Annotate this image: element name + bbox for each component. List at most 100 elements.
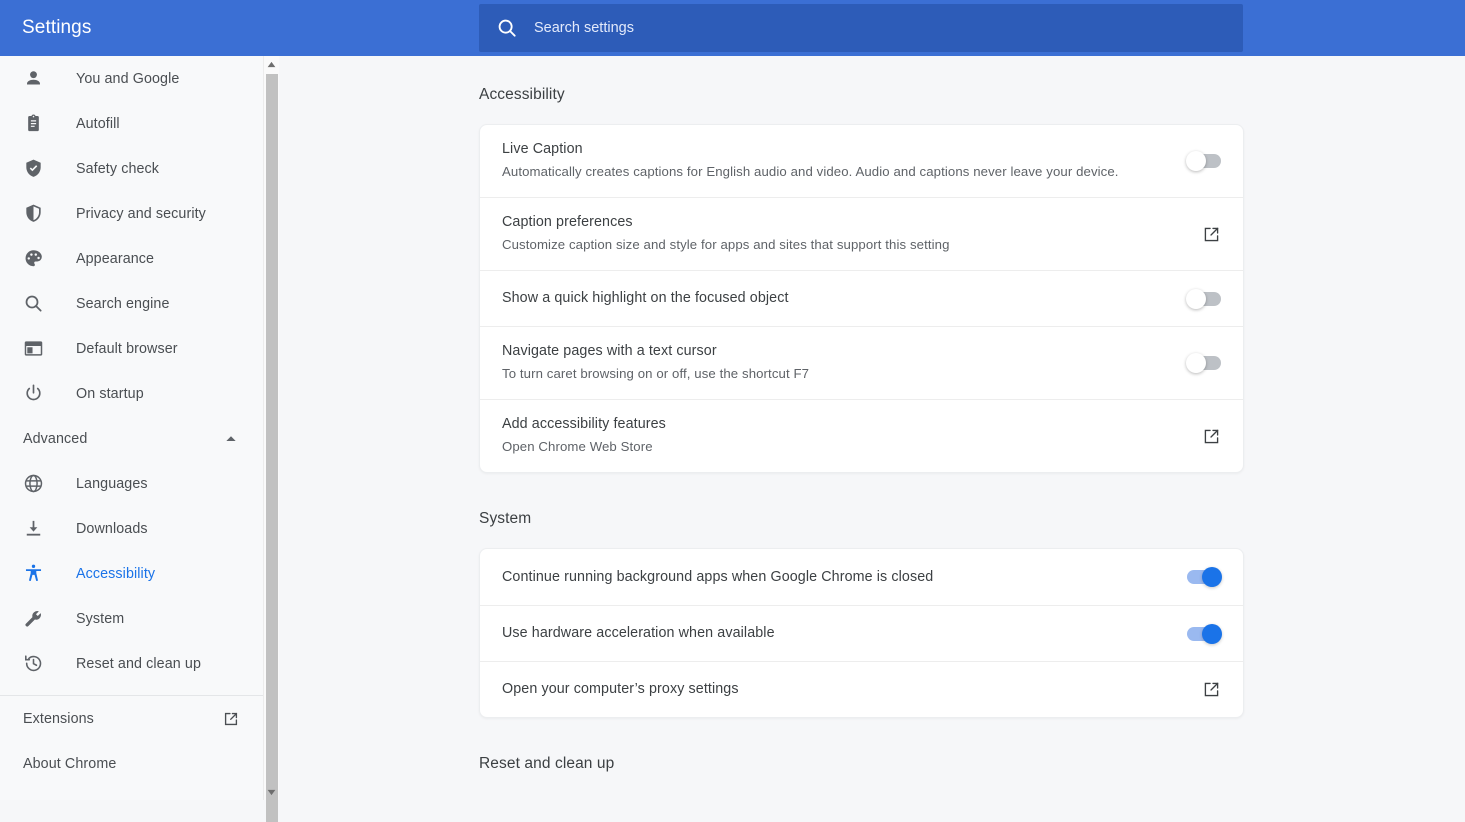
setting-row-focus-highlight[interactable]: Show a quick highlight on the focused ob… — [480, 270, 1243, 326]
clipboard-icon — [23, 113, 44, 134]
person-icon — [23, 68, 44, 89]
shield-check-icon — [23, 158, 44, 179]
setting-row-hardware-acceleration[interactable]: Use hardware acceleration when available — [480, 605, 1243, 661]
section-title-accessibility: Accessibility — [479, 86, 1465, 104]
search-input[interactable] — [534, 4, 1227, 52]
setting-row-proxy-settings[interactable]: Open your computer’s proxy settings — [480, 661, 1243, 717]
background-apps-toggle[interactable] — [1187, 570, 1221, 584]
power-icon — [23, 383, 44, 404]
scrollbar-thumb[interactable] — [266, 74, 278, 822]
row-subtitle: Customize caption size and style for app… — [502, 234, 1178, 256]
row-text: Caption preferences Customize caption si… — [502, 198, 1178, 270]
setting-row-caption-preferences[interactable]: Caption preferences Customize caption si… — [480, 197, 1243, 270]
sidebar-item-label: Extensions — [23, 711, 94, 727]
toggle-knob — [1202, 567, 1222, 587]
row-control — [1202, 427, 1221, 446]
row-control — [1187, 570, 1221, 584]
sidebar: You and Google Autofill Safety check Pri… — [0, 56, 263, 800]
sidebar-item-appearance[interactable]: Appearance — [0, 236, 263, 281]
shield-icon — [23, 203, 44, 224]
setting-row-add-accessibility-features[interactable]: Add accessibility features Open Chrome W… — [480, 399, 1243, 472]
setting-row-background-apps[interactable]: Continue running background apps when Go… — [480, 549, 1243, 605]
settings-header: Settings — [0, 0, 1465, 56]
toggle-knob — [1202, 624, 1222, 644]
row-title: Caption preferences — [502, 212, 1178, 233]
sidebar-item-languages[interactable]: Languages — [0, 461, 263, 506]
sidebar-item-downloads[interactable]: Downloads — [0, 506, 263, 551]
sidebar-item-privacy-and-security[interactable]: Privacy and security — [0, 191, 263, 236]
live-caption-toggle[interactable] — [1187, 154, 1221, 168]
sidebar-item-search-engine[interactable]: Search engine — [0, 281, 263, 326]
external-link-icon[interactable] — [1202, 680, 1221, 699]
row-control — [1202, 680, 1221, 699]
sidebar-advanced-toggle[interactable]: Advanced — [0, 416, 263, 461]
row-text: Live Caption Automatically creates capti… — [502, 125, 1163, 197]
caret-browsing-toggle[interactable] — [1187, 356, 1221, 370]
sidebar-item-label: Accessibility — [76, 566, 155, 582]
sidebar-item-safety-check[interactable]: Safety check — [0, 146, 263, 191]
sidebar-item-label: You and Google — [76, 71, 179, 87]
row-control — [1187, 292, 1221, 306]
row-text: Add accessibility features Open Chrome W… — [502, 400, 1178, 472]
sidebar-item-label: Appearance — [76, 251, 154, 267]
section-title-reset-and-clean-up: Reset and clean up — [479, 755, 1465, 773]
globe-icon — [23, 473, 44, 494]
sidebar-item-label: Safety check — [76, 161, 159, 177]
sidebar-item-label: On startup — [76, 386, 144, 402]
accessibility-icon — [23, 563, 44, 584]
row-text: Open your computer’s proxy settings — [502, 665, 1178, 714]
row-title: Show a quick highlight on the focused ob… — [502, 288, 1163, 309]
external-link-icon — [222, 710, 240, 728]
sidebar-scrollbar[interactable] — [263, 56, 279, 800]
history-restore-icon — [23, 653, 44, 674]
row-title: Open your computer’s proxy settings — [502, 679, 1178, 700]
row-title: Add accessibility features — [502, 414, 1178, 435]
sidebar-item-on-startup[interactable]: On startup — [0, 371, 263, 416]
sidebar-item-label: Privacy and security — [76, 206, 206, 222]
row-title: Live Caption — [502, 139, 1163, 160]
external-link-icon[interactable] — [1202, 225, 1221, 244]
toggle-knob — [1186, 151, 1206, 171]
toggle-knob — [1186, 289, 1206, 309]
external-link-icon[interactable] — [1202, 427, 1221, 446]
row-control — [1187, 356, 1221, 370]
row-subtitle: To turn caret browsing on or off, use th… — [502, 363, 1163, 385]
sidebar-item-label: Search engine — [76, 296, 170, 312]
sidebar-item-you-and-google[interactable]: You and Google — [0, 56, 263, 101]
triangle-up-icon — [267, 61, 276, 68]
search-icon — [23, 293, 44, 314]
chevron-up-icon — [222, 430, 240, 448]
section-title-system: System — [479, 510, 1465, 528]
sidebar-advanced-label: Advanced — [23, 431, 87, 447]
row-control — [1187, 627, 1221, 641]
sidebar-item-default-browser[interactable]: Default browser — [0, 326, 263, 371]
hardware-acceleration-toggle[interactable] — [1187, 627, 1221, 641]
sidebar-item-label: About Chrome — [23, 756, 116, 772]
scrollbar-up-button[interactable] — [264, 56, 279, 72]
sidebar-item-accessibility[interactable]: Accessibility — [0, 551, 263, 596]
sidebar-item-system[interactable]: System — [0, 596, 263, 641]
focus-highlight-toggle[interactable] — [1187, 292, 1221, 306]
download-icon — [23, 518, 44, 539]
sidebar-item-label: Downloads — [76, 521, 148, 537]
row-subtitle: Automatically creates captions for Engli… — [502, 161, 1163, 183]
triangle-down-icon — [267, 789, 276, 796]
scrollbar-down-button[interactable] — [264, 784, 279, 800]
sidebar-item-label: Default browser — [76, 341, 178, 357]
accessibility-card: Live Caption Automatically creates capti… — [479, 124, 1244, 473]
sidebar-item-reset-and-clean-up[interactable]: Reset and clean up — [0, 641, 263, 686]
row-text: Show a quick highlight on the focused ob… — [502, 274, 1163, 323]
sidebar-item-extensions[interactable]: Extensions — [0, 696, 263, 741]
setting-row-live-caption[interactable]: Live Caption Automatically creates capti… — [480, 125, 1243, 197]
row-title: Navigate pages with a text cursor — [502, 341, 1163, 362]
browser-window-icon — [23, 338, 44, 359]
row-text: Use hardware acceleration when available — [502, 609, 1163, 658]
search-box[interactable] — [479, 4, 1243, 52]
sidebar-item-about-chrome[interactable]: About Chrome — [0, 741, 263, 786]
sidebar-item-autofill[interactable]: Autofill — [0, 101, 263, 146]
row-text: Continue running background apps when Go… — [502, 553, 1163, 602]
system-card: Continue running background apps when Go… — [479, 548, 1244, 718]
setting-row-caret-browsing[interactable]: Navigate pages with a text cursor To tur… — [480, 326, 1243, 399]
sidebar-item-label: Autofill — [76, 116, 120, 132]
row-control — [1187, 154, 1221, 168]
